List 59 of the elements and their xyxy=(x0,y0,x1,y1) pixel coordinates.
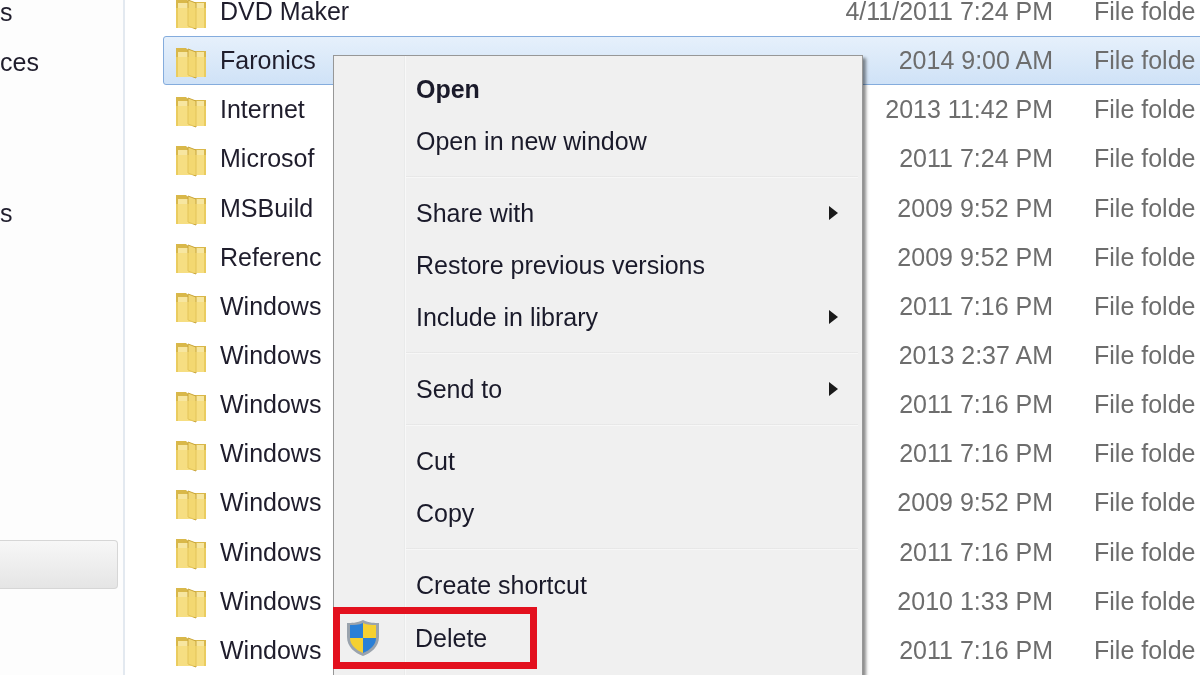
file-name[interactable]: MSBuild xyxy=(220,193,314,223)
file-type: File folde xyxy=(1094,242,1196,272)
file-type: File folde xyxy=(1094,291,1196,321)
file-type: File folde xyxy=(1094,46,1196,76)
menu-item[interactable]: Send to xyxy=(334,363,862,415)
file-type: File folde xyxy=(1094,0,1196,27)
menu-item[interactable]: Cut xyxy=(334,435,862,487)
date-modified: 2011 7:16 PM xyxy=(899,635,1053,665)
menu-item[interactable]: Include in library xyxy=(334,291,862,343)
menu-item[interactable]: Share with xyxy=(334,187,862,239)
shield-icon xyxy=(345,619,381,657)
date-modified: 2011 7:16 PM xyxy=(899,390,1053,420)
sidebar-item[interactable]: s xyxy=(0,0,13,28)
file-type: File folde xyxy=(1094,439,1196,469)
file-type: File folde xyxy=(1094,390,1196,420)
menu-item[interactable]: Delete xyxy=(333,607,537,669)
date-modified: 2011 7:16 PM xyxy=(899,291,1053,321)
file-type: File folde xyxy=(1094,95,1196,125)
menu-item[interactable]: Open xyxy=(334,63,862,115)
date-modified: 2010 1:33 PM xyxy=(897,586,1053,616)
file-name[interactable]: Windows xyxy=(220,291,322,321)
file-name[interactable]: Windows xyxy=(220,341,322,371)
file-type: File folde xyxy=(1094,341,1196,371)
file-name[interactable]: Referenc xyxy=(220,242,322,272)
file-type: File folde xyxy=(1094,488,1196,518)
sidebar-item[interactable]: s xyxy=(0,198,13,229)
file-name[interactable]: Windows xyxy=(220,390,322,420)
date-modified: 4/11/2011 7:24 PM xyxy=(845,0,1053,27)
file-type: File folde xyxy=(1094,635,1196,665)
menu-item[interactable]: Open in new window xyxy=(334,115,862,167)
file-name[interactable]: Windows xyxy=(220,439,322,469)
menu-item[interactable]: Copy xyxy=(334,487,862,539)
file-name[interactable]: Windows xyxy=(220,586,322,616)
file-name[interactable]: DVD Maker xyxy=(220,0,350,27)
file-name[interactable]: Internet xyxy=(220,95,305,125)
date-modified: 2013 11:42 PM xyxy=(885,95,1053,125)
file-name[interactable]: Faronics xyxy=(220,46,316,76)
file-type: File folde xyxy=(1094,537,1196,567)
date-modified: 2011 7:16 PM xyxy=(899,439,1053,469)
file-name[interactable]: Windows xyxy=(220,635,322,665)
date-modified: 2013 2:37 AM xyxy=(898,341,1053,371)
sidebar-item[interactable]: ces xyxy=(0,47,39,78)
file-type: File folde xyxy=(1094,193,1196,223)
submenu-arrow-icon xyxy=(829,206,838,220)
submenu-arrow-icon xyxy=(829,382,838,396)
file-name[interactable]: Windows xyxy=(220,537,322,567)
menu-item[interactable]: Restore previous versions xyxy=(334,239,862,291)
file-type: File folde xyxy=(1094,586,1196,616)
date-modified: 2009 9:52 PM xyxy=(897,488,1053,518)
date-modified: 2011 7:24 PM xyxy=(899,144,1053,174)
folder-icon xyxy=(174,0,208,30)
submenu-arrow-icon xyxy=(829,310,838,324)
file-type: File folde xyxy=(1094,144,1196,174)
file-name[interactable]: Windows xyxy=(220,488,322,518)
file-name[interactable]: Microsof xyxy=(220,144,315,174)
date-modified: 2011 7:16 PM xyxy=(899,537,1053,567)
date-modified: 2014 9:00 AM xyxy=(898,46,1053,76)
date-modified: 2009 9:52 PM xyxy=(897,242,1053,272)
date-modified: 2009 9:52 PM xyxy=(897,193,1053,223)
